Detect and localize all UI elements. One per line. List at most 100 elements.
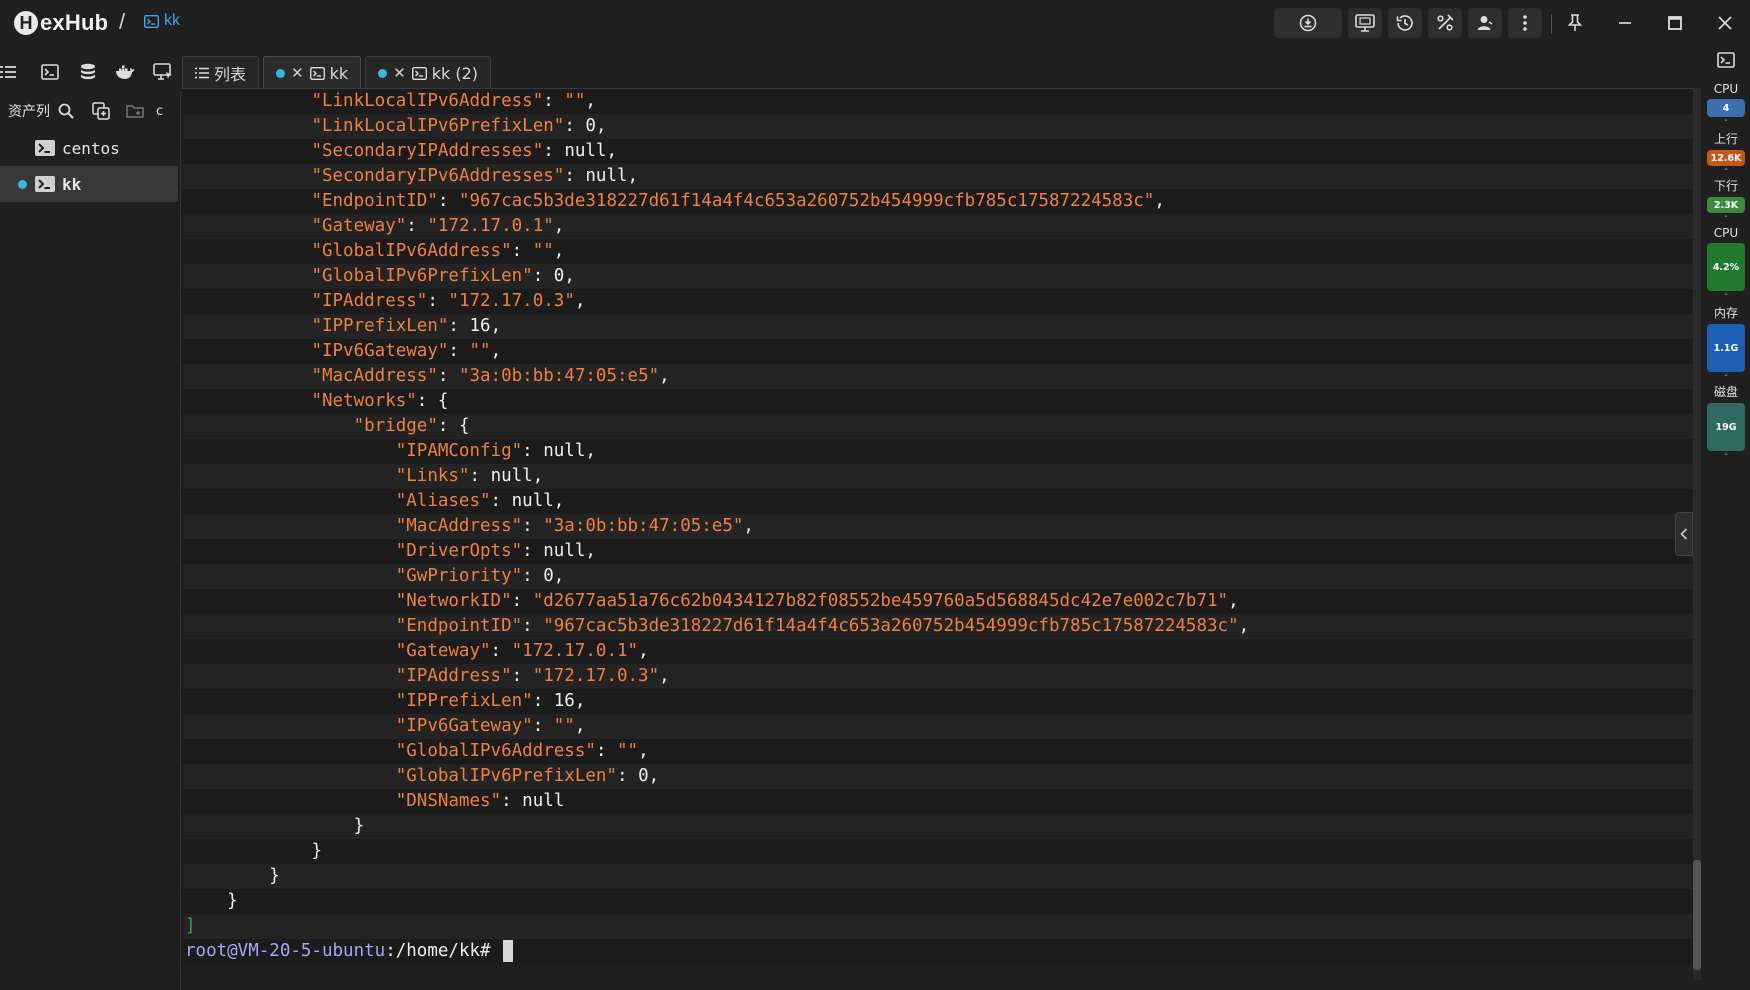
json-key: "IPv6Gateway" bbox=[395, 716, 533, 736]
database-view-button[interactable] bbox=[69, 52, 107, 92]
terminal-line: "SecondaryIPAddresses": null, bbox=[183, 139, 1695, 164]
json-value: null bbox=[522, 791, 565, 811]
json-value: } bbox=[269, 866, 280, 886]
remote-desktop-view-button[interactable] bbox=[144, 52, 182, 92]
tab-close-icon[interactable]: ✕ bbox=[393, 64, 406, 82]
monitor-button[interactable] bbox=[1348, 8, 1382, 38]
terminal-scrollbar[interactable] bbox=[1693, 88, 1701, 980]
monitor-separator: - bbox=[1724, 449, 1728, 460]
json-key: "GlobalIPv6Address" bbox=[395, 741, 596, 761]
breadcrumb-session[interactable]: kk bbox=[144, 12, 180, 30]
asset-item-centos[interactable]: centos bbox=[0, 130, 178, 166]
monitor-label: 上行 bbox=[1713, 132, 1738, 146]
monitor-icon bbox=[1355, 14, 1375, 32]
monitor-item: CPU 4.2% - bbox=[1702, 226, 1750, 300]
history-button[interactable] bbox=[1388, 8, 1422, 38]
pin-button[interactable] bbox=[1555, 8, 1595, 38]
terminal-line: "DNSNames": null bbox=[183, 789, 1695, 814]
json-key: "LinkLocalIPv6Address" bbox=[311, 91, 544, 111]
tab-kk-2[interactable]: ✕ kk (2) bbox=[365, 56, 491, 89]
terminal-prompt-line[interactable]: root@VM-20-5-ubuntu:/home/kk# bbox=[183, 939, 1695, 964]
terminal-line: ] bbox=[183, 914, 1695, 939]
json-value: } bbox=[353, 816, 365, 836]
json-key: "GlobalIPv6PrefixLen" bbox=[395, 766, 617, 786]
json-value: "172.17.0.3" bbox=[448, 291, 575, 311]
docker-icon bbox=[116, 65, 135, 79]
json-value: null bbox=[490, 466, 533, 486]
logo-text: exHub bbox=[40, 10, 109, 35]
terminal-line: "LinkLocalIPv6PrefixLen": 0, bbox=[183, 114, 1695, 139]
terminal-line: "MacAddress": "3a:0b:bb:47:05:e5", bbox=[183, 514, 1695, 539]
list-icon bbox=[0, 66, 16, 78]
terminal-view-button[interactable] bbox=[31, 52, 69, 92]
json-value: } bbox=[227, 891, 238, 911]
monitor-value-badge: 1.1G bbox=[1707, 324, 1745, 372]
json-key: "GwPriority" bbox=[395, 566, 523, 586]
scrollbar-thumb[interactable] bbox=[1693, 860, 1701, 970]
online-status-dot bbox=[18, 179, 27, 189]
terminal-line: } bbox=[183, 864, 1695, 889]
search-icon[interactable] bbox=[58, 103, 74, 119]
user-button[interactable] bbox=[1468, 8, 1502, 38]
collapse-panel-button[interactable] bbox=[1675, 512, 1693, 556]
monitor-terminal-button[interactable] bbox=[1702, 52, 1750, 68]
json-value: "" bbox=[469, 341, 491, 361]
history-icon bbox=[1396, 15, 1413, 31]
terminal-icon bbox=[411, 66, 427, 80]
duplicate-icon[interactable] bbox=[92, 102, 110, 120]
monitor-separator: - bbox=[1724, 370, 1728, 381]
sync-icon bbox=[1299, 14, 1317, 32]
pin-icon bbox=[1568, 14, 1582, 31]
logo-badge: H bbox=[14, 11, 38, 35]
tab-kk[interactable]: ✕ kk bbox=[263, 56, 362, 89]
list-icon bbox=[195, 67, 209, 79]
sync-button[interactable] bbox=[1274, 8, 1342, 38]
terminal-line: "Gateway": "172.17.0.1", bbox=[183, 214, 1695, 239]
docker-view-button[interactable] bbox=[106, 52, 144, 92]
new-folder-icon[interactable] bbox=[126, 103, 144, 119]
more-button[interactable] bbox=[1508, 8, 1542, 38]
app-logo: H exHub bbox=[14, 9, 108, 37]
tab-close-icon[interactable]: ✕ bbox=[291, 64, 304, 82]
json-key: "IPv6Gateway" bbox=[311, 341, 449, 361]
minimize-icon bbox=[1619, 22, 1631, 24]
terminal-line: "IPAddress": "172.17.0.3", bbox=[183, 289, 1695, 314]
json-value: 16 bbox=[553, 691, 575, 711]
minimize-button[interactable] bbox=[1605, 8, 1645, 38]
monitor-item: 磁盘 19G - bbox=[1702, 383, 1750, 460]
json-key: "IPPrefixLen" bbox=[395, 691, 533, 711]
json-value: "172.17.0.1" bbox=[511, 641, 639, 661]
json-key: "Networks" bbox=[311, 391, 417, 411]
terminal-line: "Networks": { bbox=[183, 389, 1695, 414]
maximize-button[interactable] bbox=[1655, 8, 1695, 38]
terminal-line: "MacAddress": "3a:0b:bb:47:05:e5", bbox=[183, 364, 1695, 389]
json-value: "967cac5b3de318227d61f14a4f4c653a260752b… bbox=[458, 191, 1155, 211]
close-icon bbox=[1718, 16, 1732, 30]
monitor-item: CPU 4- bbox=[1702, 82, 1750, 126]
terminal-output[interactable]: "LinkLocalIPv6Address": "", "LinkLocalIP… bbox=[183, 88, 1695, 981]
close-window-button[interactable] bbox=[1705, 8, 1745, 38]
terminal-lines: "LinkLocalIPv6Address": "", "LinkLocalIP… bbox=[183, 89, 1695, 914]
tab-list[interactable]: 列表 bbox=[182, 56, 260, 89]
percent-button[interactable] bbox=[1428, 8, 1462, 38]
monitor-label: 内存 bbox=[1713, 306, 1738, 320]
json-key: "GlobalIPv6PrefixLen" bbox=[311, 266, 533, 286]
json-value: { bbox=[437, 391, 449, 411]
terminal-line: "SecondaryIPv6Addresses": null, bbox=[183, 164, 1695, 189]
json-value: "" bbox=[532, 241, 554, 261]
terminal-cursor bbox=[503, 940, 514, 962]
json-value: 0 bbox=[638, 766, 649, 786]
nav-icon-strip bbox=[0, 52, 182, 92]
list-view-button[interactable] bbox=[0, 52, 19, 92]
json-key: "Gateway" bbox=[395, 641, 491, 661]
json-key: "Gateway" bbox=[311, 216, 407, 236]
json-value: "3a:0b:bb:47:05:e5" bbox=[543, 516, 744, 536]
asset-sidebar: 资产列 c centos kk bbox=[0, 92, 181, 990]
json-value: "3a:0b:bb:47:05:e5" bbox=[458, 366, 660, 386]
status-monitor-panel: CPU 4- 上行 12.6K - 下行 2.3K - CPU 4.2% - 内存 1.1G - 磁盘 19G… bbox=[1702, 46, 1750, 990]
terminal-line: } bbox=[183, 814, 1695, 839]
json-key: "bridge" bbox=[353, 416, 438, 436]
asset-item-kk[interactable]: kk bbox=[0, 166, 178, 202]
terminal-line: "IPPrefixLen": 16, bbox=[183, 689, 1695, 714]
json-key: "EndpointID" bbox=[311, 191, 438, 211]
